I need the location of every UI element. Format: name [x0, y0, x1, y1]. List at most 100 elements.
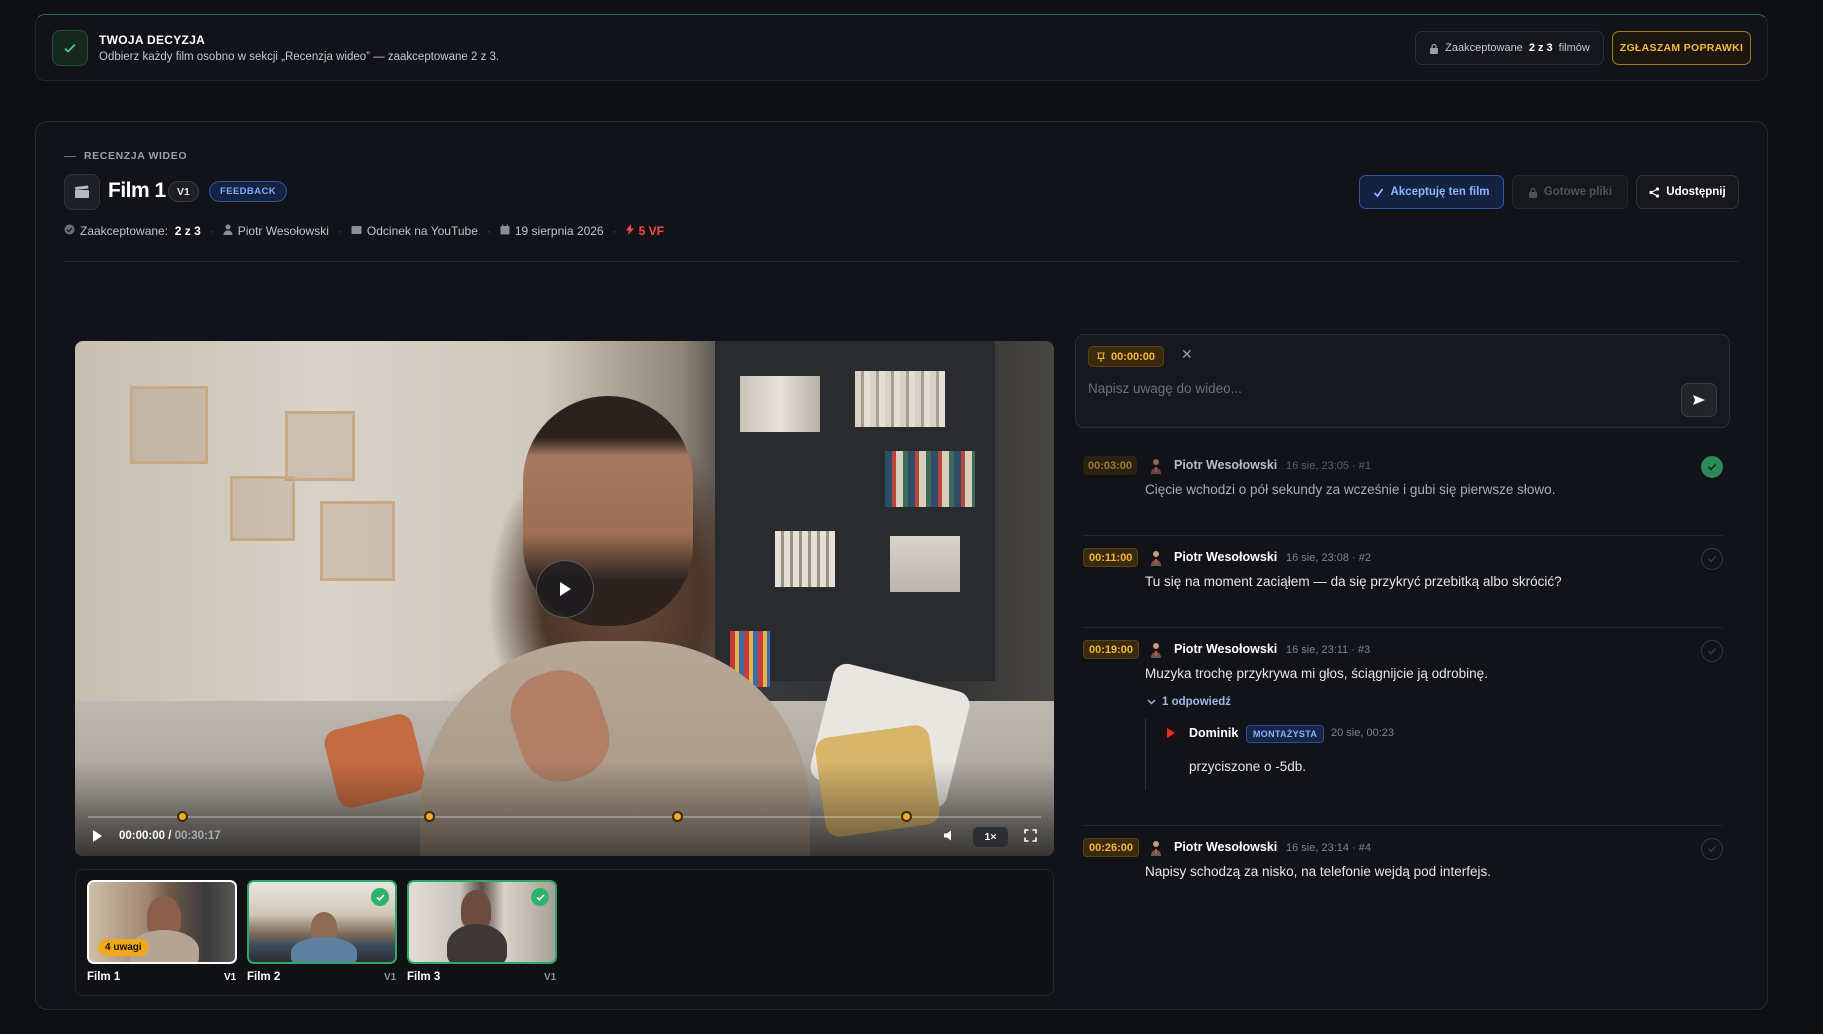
time-separator: / — [168, 830, 172, 842]
reply-text: przyciszone o -5db. — [1189, 759, 1307, 774]
comment-meta: 16 sie, 23:05 · #1 — [1286, 460, 1372, 472]
meta-separator: · — [612, 224, 617, 238]
comment-author: Piotr Wesołowski — [1174, 458, 1278, 472]
lightning-icon — [625, 224, 634, 235]
close-icon[interactable]: ✕ — [1181, 346, 1193, 363]
lock-icon — [1528, 187, 1537, 198]
volume-button[interactable] — [943, 829, 956, 847]
accepted-prefix: Zaakceptowane — [1445, 42, 1523, 54]
resolve-check-icon[interactable] — [1701, 548, 1723, 570]
comment-marker[interactable] — [671, 811, 683, 822]
meta-type-label: Odcinek na YouTube — [366, 224, 478, 238]
resolve-check-icon[interactable] — [1701, 838, 1723, 860]
user-avatar-icon — [1149, 550, 1163, 571]
reply-item: Dominik MONTAŻYSTA 20 sie, 00:23 przycis… — [1145, 718, 1705, 790]
replies-toggle[interactable]: 1 odpowiedź — [1147, 696, 1231, 708]
progress-bar[interactable] — [88, 816, 1041, 818]
meta-date-label: 19 sierpnia 2026 — [514, 224, 604, 238]
controls-shade — [75, 761, 1054, 856]
comment-marker[interactable] — [900, 811, 912, 822]
ready-files-label: Gotowe pliki — [1543, 186, 1613, 198]
lock-icon — [1430, 43, 1439, 54]
comment-meta: 16 sie, 23:11 · #3 — [1286, 644, 1371, 656]
accept-film-button[interactable]: Akceptuję ten film — [1359, 175, 1504, 209]
decision-title: TWOJA DECYZJA — [99, 33, 206, 47]
comment-composer: 00:00:00 ✕ — [1075, 334, 1730, 428]
pin-icon — [1097, 351, 1105, 362]
share-button[interactable]: Udostępnij — [1636, 175, 1739, 209]
replies-toggle-label: 1 odpowiedź — [1162, 696, 1231, 708]
feedback-badge: FEEDBACK — [209, 181, 287, 202]
play-pause-control[interactable] — [91, 829, 103, 848]
video-player[interactable]: 00:00:00 / 00:30:17 1× — [75, 341, 1054, 856]
film-meta-row: Zaakceptowane: 2 z 3 · Piotr Wesołowski … — [64, 224, 664, 238]
accept-film-label: Akceptuję ten film — [1390, 186, 1490, 198]
label-dash — [64, 155, 76, 157]
chevron-down-icon — [1147, 699, 1156, 705]
comment-meta: 16 sie, 23:08 · #2 — [1286, 552, 1372, 564]
shelf-books — [885, 451, 975, 507]
comment-text: Cięcie wchodzi o pół sekundy za wcześnie… — [1145, 482, 1556, 497]
film-thumbnail-1[interactable]: 4 uwagi — [87, 880, 237, 964]
film-1-version: V1 — [224, 972, 237, 983]
time-display: 00:00:00 / 00:30:17 — [119, 830, 221, 842]
shelf-photo — [740, 376, 820, 432]
accepted-check-icon — [371, 888, 389, 906]
meta-separator: · — [337, 224, 342, 238]
comment-timestamp[interactable]: 00:19:00 — [1083, 640, 1140, 659]
wall-shelf — [320, 501, 395, 581]
notes-badge: 4 uwagi — [98, 939, 149, 956]
reply-meta: 20 sie, 00:23 — [1331, 727, 1394, 739]
thumbnail-person — [447, 924, 507, 962]
current-time: 00:00:00 — [119, 830, 166, 842]
thumbnail-person — [291, 937, 357, 962]
meta-separator: · — [209, 224, 214, 238]
user-avatar-icon — [1149, 840, 1163, 861]
meta-separator: · — [486, 224, 491, 238]
play-button[interactable] — [536, 560, 594, 618]
play-icon — [560, 582, 571, 596]
clapperboard-icon — [64, 174, 100, 210]
comment-divider — [1083, 627, 1723, 628]
film-thumbnail-3[interactable] — [407, 880, 557, 964]
meta-type: Odcinek na YouTube — [351, 224, 478, 238]
shelf-books — [775, 531, 835, 587]
comment-text: Napisy schodzą za nisko, na telefonie we… — [1145, 864, 1491, 879]
thumbnail-person — [461, 890, 491, 928]
role-badge: MONTAŻYSTA — [1246, 725, 1325, 743]
comment-timestamp[interactable]: 00:26:00 — [1083, 838, 1140, 857]
fullscreen-icon — [1024, 829, 1037, 842]
user-avatar-icon — [1149, 642, 1163, 663]
film-thumbnail-2[interactable] — [247, 880, 397, 964]
comment-meta: 16 sie, 23:14 · #4 — [1286, 842, 1372, 854]
send-button[interactable] — [1681, 383, 1717, 417]
resolved-check-icon[interactable] — [1701, 456, 1723, 478]
film-title: Film 1 — [108, 179, 166, 202]
meta-author: Piotr Wesołowski — [223, 224, 329, 238]
wall-shelf — [230, 476, 295, 541]
check-icon — [52, 30, 88, 66]
comment-input[interactable] — [1088, 377, 1648, 399]
report-corrections-button[interactable]: ZGŁASZAM POPRAWKI — [1612, 31, 1751, 65]
resolve-check-icon[interactable] — [1701, 640, 1723, 662]
meta-accepted-label: Zaakceptowane: — [80, 224, 169, 238]
user-avatar-icon — [1149, 458, 1163, 479]
wall-shelf — [285, 411, 355, 481]
send-icon — [1693, 395, 1705, 405]
film-3-version: V1 — [544, 972, 557, 983]
ready-files-button[interactable]: Gotowe pliki — [1512, 175, 1628, 209]
accepted-count: 2 z 3 — [1528, 42, 1553, 54]
film-thumbnails: 4 uwagi Film 1 V1 Film 2 V1 Film 3 V1 — [75, 869, 1054, 996]
comment-timestamp[interactable]: 00:03:00 — [1083, 456, 1138, 475]
play-icon — [93, 830, 102, 842]
meta-vf-value: 5 VF — [638, 224, 664, 238]
comment-timestamp[interactable]: 00:11:00 — [1083, 548, 1139, 567]
check-icon — [1374, 187, 1384, 197]
section-label-text: RECENZJA WIDEO — [84, 150, 188, 162]
playback-speed-button[interactable]: 1× — [973, 827, 1008, 847]
timestamp-chip[interactable]: 00:00:00 — [1088, 346, 1165, 367]
fullscreen-button[interactable] — [1024, 829, 1037, 847]
reply-author: Dominik — [1189, 726, 1239, 740]
user-icon — [223, 224, 233, 235]
check-circle-icon — [64, 224, 75, 235]
